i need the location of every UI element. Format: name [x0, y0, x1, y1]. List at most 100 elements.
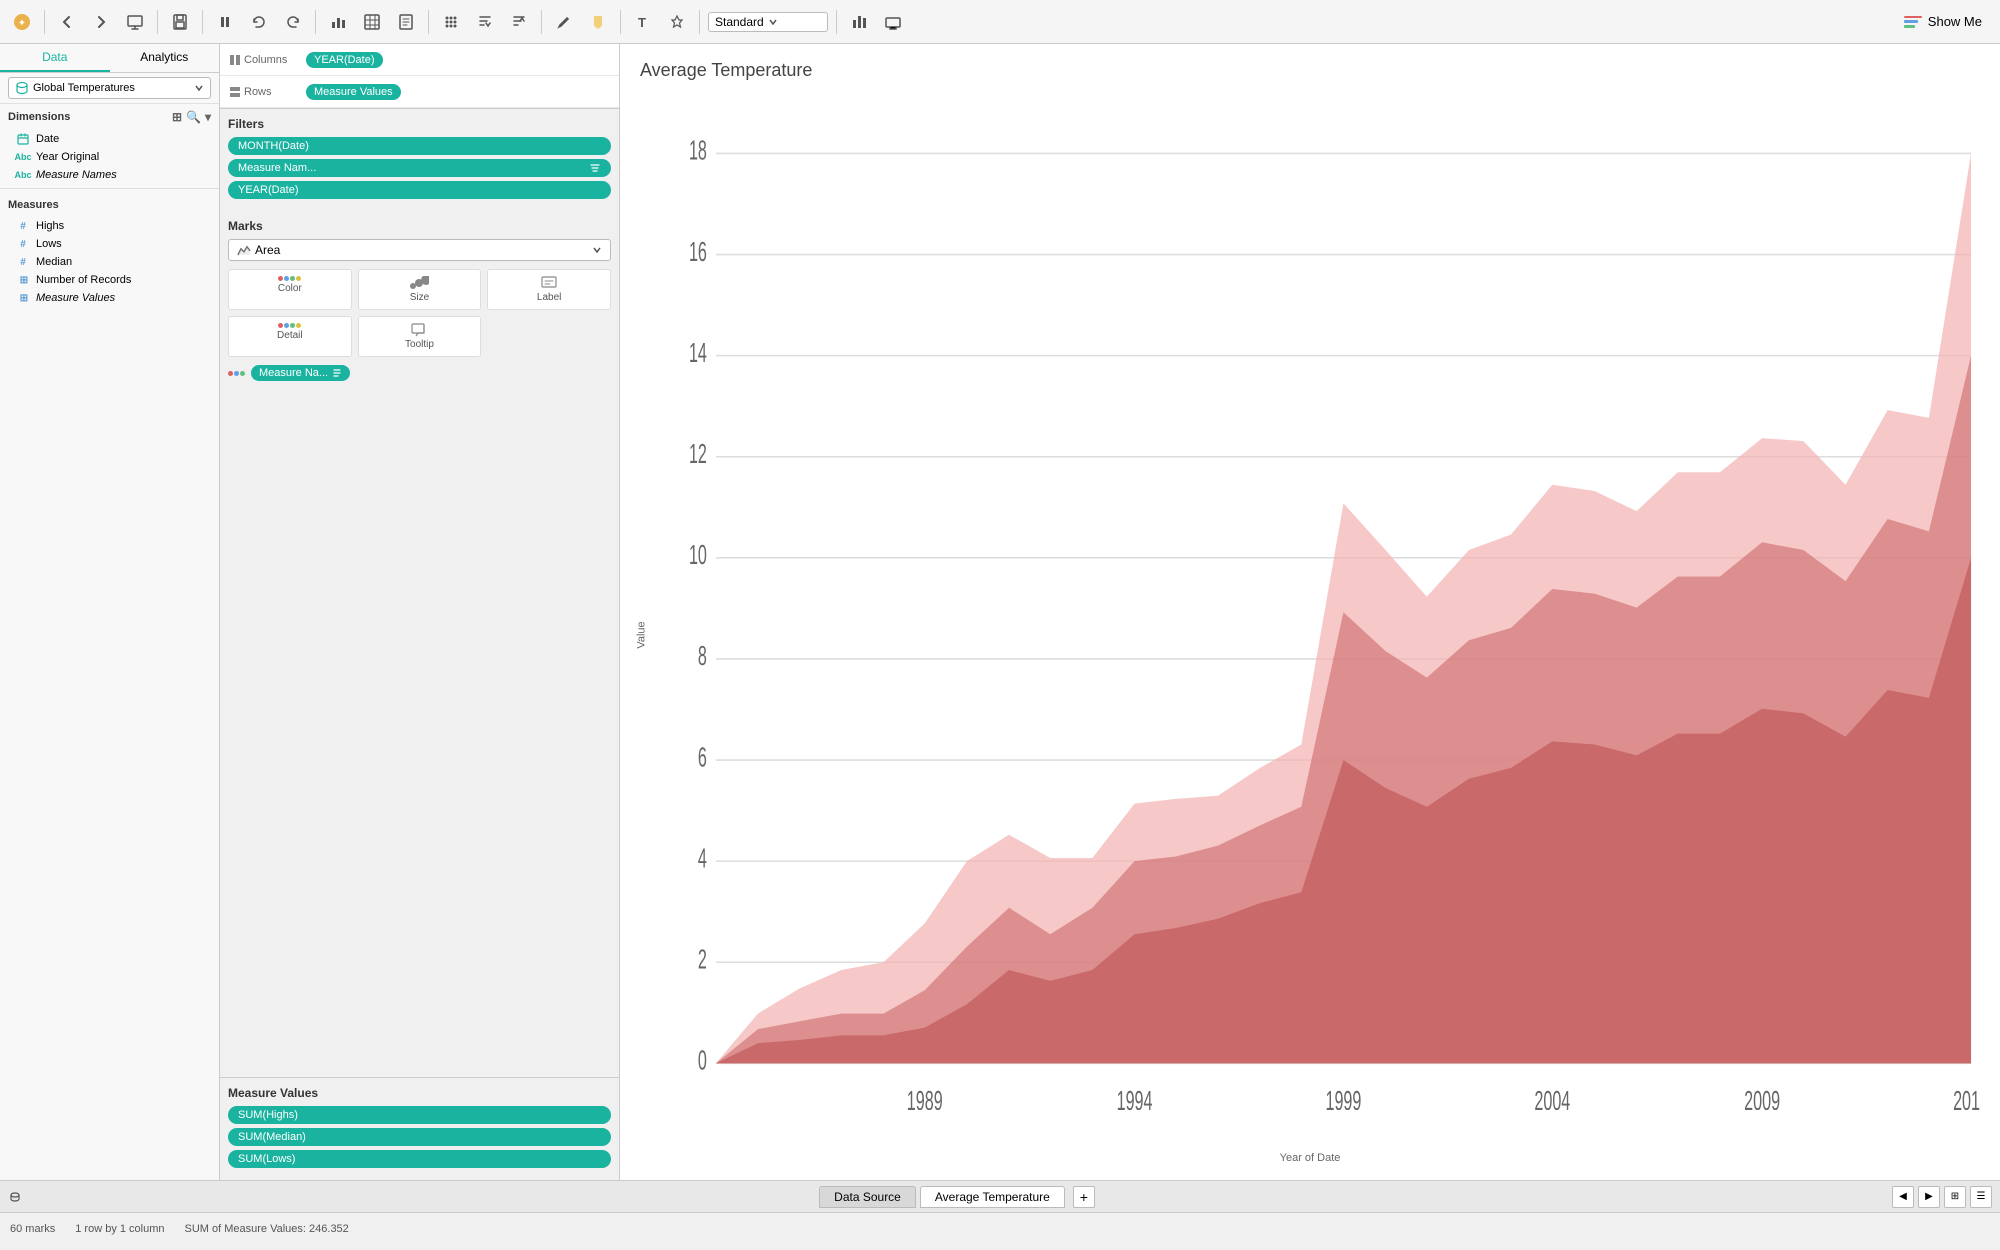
field-measure-names[interactable]: Abc Measure Names [0, 166, 219, 184]
field-year-original[interactable]: Abc Year Original [0, 148, 219, 166]
standard-dropdown[interactable]: Standard [708, 12, 828, 32]
pause-icon[interactable] [211, 8, 239, 36]
marks-label-btn[interactable]: Label [487, 269, 611, 310]
marks-color-btn[interactable]: Color [228, 269, 352, 310]
filter-month[interactable]: MONTH(Date) [228, 137, 611, 155]
color-label: Color [278, 283, 302, 294]
back-icon[interactable] [53, 8, 81, 36]
sum-lows-pill[interactable]: SUM(Lows) [228, 1150, 611, 1168]
nav-prev-icon[interactable]: ◀ [1892, 1186, 1914, 1208]
tab-data-source[interactable]: Data Source [819, 1186, 916, 1208]
svg-text:2014: 2014 [1953, 1084, 1980, 1110]
columns-label: Columns [224, 54, 304, 66]
nav-icons: ◀ ▶ ⊞ ☰ [1892, 1186, 1992, 1208]
svg-text:2: 2 [698, 943, 707, 975]
forward-icon[interactable] [87, 8, 115, 36]
field-highs[interactable]: # Highs [0, 217, 219, 235]
sum-status: SUM of Measure Values: 246.352 [185, 1223, 349, 1235]
field-date[interactable]: Date [0, 130, 219, 148]
worksheet-icon[interactable] [392, 8, 420, 36]
tab-data[interactable]: Data [0, 44, 110, 72]
show-me-button[interactable]: Show Me [1894, 10, 1992, 33]
presentation-icon[interactable] [121, 8, 149, 36]
svg-text:1989: 1989 [907, 1084, 943, 1110]
home-icon[interactable]: ✦ [8, 8, 36, 36]
grid-view-icon[interactable]: ⊞ [172, 110, 182, 124]
nav-grid-icon[interactable]: ⊞ [1944, 1186, 1966, 1208]
chart-type-icon[interactable] [845, 8, 873, 36]
svg-text:8: 8 [698, 639, 707, 671]
device-icon[interactable] [879, 8, 907, 36]
marks-detail-btn[interactable]: Detail [228, 316, 352, 357]
field-measure-values[interactable]: ⊞ Measure Values [0, 289, 219, 307]
hash-median-icon: # [16, 255, 30, 269]
marks-grid: Color Size Label Det [228, 269, 611, 357]
pin-icon[interactable] [663, 8, 691, 36]
filter-year[interactable]: YEAR(Date) [228, 181, 611, 199]
sort-asc-icon[interactable] [471, 8, 499, 36]
chart-container[interactable]: Value Year of Date [620, 89, 2000, 1180]
search-icon[interactable]: 🔍 [186, 110, 201, 124]
marks-type-dropdown[interactable]: Area [228, 239, 611, 261]
datasource-select[interactable]: Global Temperatures [8, 77, 211, 99]
color-legend-dots [228, 371, 245, 376]
marks-type-label: Area [255, 243, 588, 257]
date-icon [16, 132, 30, 146]
table-icon[interactable] [358, 8, 386, 36]
year-original-label: Year Original [36, 151, 99, 163]
toolbar: ✦ T [0, 0, 2000, 44]
undo-icon[interactable] [245, 8, 273, 36]
tab-analytics[interactable]: Analytics [110, 44, 220, 72]
text-icon[interactable]: T [629, 8, 657, 36]
field-median[interactable]: # Median [0, 253, 219, 271]
detail-dots [278, 323, 301, 328]
marks-tooltip-btn[interactable]: Tooltip [358, 316, 482, 357]
svg-text:6: 6 [698, 741, 707, 773]
divider1 [0, 188, 219, 189]
rows-pills: Measure Values [304, 82, 615, 102]
chart-title: Average Temperature [620, 44, 2000, 89]
sum-median-pill[interactable]: SUM(Median) [228, 1128, 611, 1146]
x-axis: 1989 1994 1999 2004 2009 2014 [907, 1084, 1980, 1110]
filter-measure-names[interactable]: Measure Nam... [228, 159, 611, 177]
measure-names-label: Measure Names [36, 169, 117, 181]
tab-avg-temp[interactable]: Average Temperature [920, 1186, 1065, 1208]
field-num-records[interactable]: ⊞ Number of Records [0, 271, 219, 289]
chart-area: Average Temperature Value Year of Date [620, 44, 2000, 1180]
sort-desc-icon[interactable] [505, 8, 533, 36]
grid-icon[interactable] [437, 8, 465, 36]
lows-label: Lows [36, 238, 62, 250]
expand-icon[interactable]: ▾ [205, 110, 211, 124]
color-measure-pill[interactable]: Measure Na... [251, 365, 350, 381]
hash-lows-icon: # [16, 237, 30, 251]
redo-icon[interactable] [279, 8, 307, 36]
svg-text:2009: 2009 [1744, 1084, 1780, 1110]
svg-text:14: 14 [689, 336, 707, 368]
save-icon[interactable] [166, 8, 194, 36]
dimensions-icons: ⊞ 🔍 ▾ [172, 110, 211, 124]
dimensions-header: Dimensions ⊞ 🔍 ▾ [0, 104, 219, 130]
sum-highs-pill[interactable]: SUM(Highs) [228, 1106, 611, 1124]
hash-records-icon: ⊞ [16, 273, 30, 287]
marks-size-btn[interactable]: Size [358, 269, 482, 310]
records-label: Number of Records [36, 274, 131, 286]
highlight-icon[interactable] [584, 8, 612, 36]
svg-text:10: 10 [689, 538, 707, 570]
measure-values-pill[interactable]: Measure Values [306, 84, 401, 100]
svg-text:18: 18 [689, 134, 707, 166]
field-lows[interactable]: # Lows [0, 235, 219, 253]
nav-film-icon[interactable]: ☰ [1970, 1186, 1992, 1208]
year-date-pill[interactable]: YEAR(Date) [306, 52, 383, 68]
main-content: Data Analytics Global Temperatures Dimen… [0, 44, 2000, 1180]
median-label: Median [36, 256, 72, 268]
add-sheet-btn[interactable]: + [1073, 1186, 1095, 1208]
nav-next-icon[interactable]: ▶ [1918, 1186, 1940, 1208]
show-me-icon [1904, 16, 1922, 28]
pen-icon[interactable] [550, 8, 578, 36]
bar-chart-icon[interactable] [324, 8, 352, 36]
columns-pills: YEAR(Date) [304, 50, 615, 70]
hash-values-icon: ⊞ [16, 291, 30, 305]
statusbar: 60 marks 1 row by 1 column SUM of Measur… [0, 1212, 2000, 1244]
sep5 [428, 10, 429, 34]
tooltip-label: Tooltip [405, 339, 434, 350]
